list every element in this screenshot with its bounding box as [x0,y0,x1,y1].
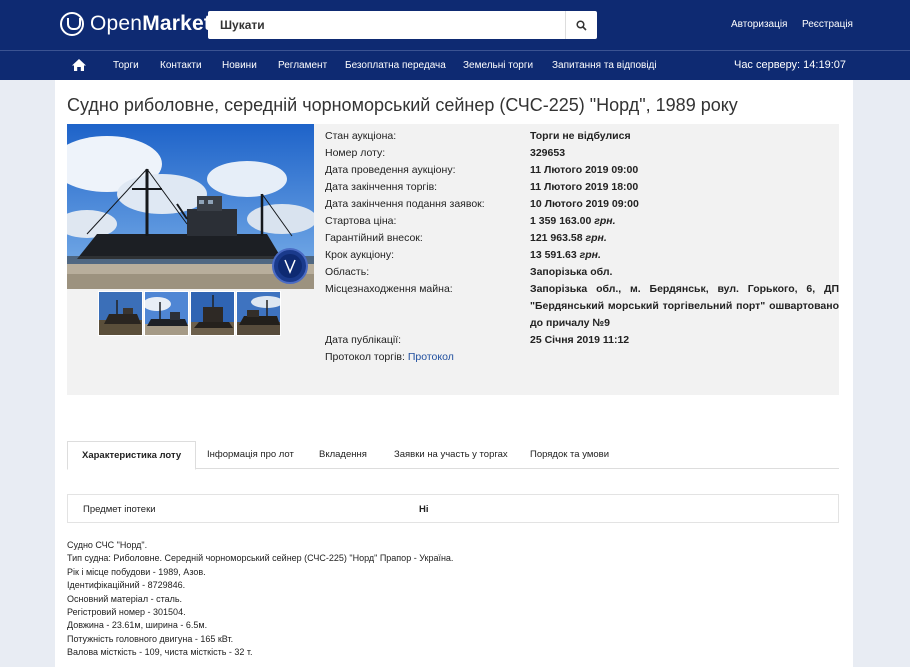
step-label: Крок аукціону: [325,249,395,261]
detail-row-publication-date: Дата публікації: 25 Січня 2019 11:12 [325,332,839,349]
detail-row-trading-end: Дата закінчення торгів: 11 Лютого 2019 18… [325,179,839,196]
region-label: Область: [325,266,370,278]
lot-tabs: Характеристика лоту Інформація про лот В… [67,441,839,470]
thumbnail-1-image [99,292,142,335]
detail-row-lot-number: Номер лоту: 329653 [325,145,839,162]
nav-item-regulations[interactable]: Регламент [278,60,327,71]
protocol-link[interactable]: Протокол [408,351,454,363]
lot-number-label: Номер лоту: [325,147,386,159]
mortgage-label: Предмет іпотеки [83,504,156,515]
register-link[interactable]: Реєстрація [802,19,853,30]
description-line: Ідентифікаційний - 8729846. [67,580,186,591]
mortgage-value: Ні [419,504,429,515]
detail-row-status: Стан аукціона: Торги не відбулися [325,128,839,145]
detail-row-auction-date: Дата проведення аукціону: 11 Лютого 2019 … [325,162,839,179]
logo-text-bold: Market [142,12,212,35]
guarantee: 121 963.58 грн. [530,230,839,247]
detail-row-step: Крок аукціону: 13 591.63 грн. [325,247,839,264]
guarantee-value: 121 963.58 [530,232,583,244]
start-price-label: Стартова ціна: [325,215,397,227]
thumbnail-4[interactable] [236,291,281,336]
application-end-value: 10 Лютого 2019 09:00 [530,198,639,210]
search-bar [208,11,597,39]
main-nav: Торги Контакти Новини Регламент Безоплат… [0,50,910,80]
description-line: Тип судна: Риболовне. Середній чорноморс… [67,553,454,564]
start-price-value: 1 359 163.00 [530,215,592,227]
status-value: Торги не відбулися [530,130,631,142]
auction-date-label: Дата проведення аукціону: [325,164,456,176]
lot-details: Стан аукціона: Торги не відбулися Номер л… [325,128,839,366]
description-line: Рік і місце побудови - 1989, Азов. [67,566,206,577]
tab-bids[interactable]: Заявки на участь у торгах [394,441,508,469]
description-line: Валова місткість - 109, чиста місткість … [67,647,253,658]
description-line: Основний матеріал - сталь. [67,593,183,604]
ship-photo-image [67,124,314,289]
search-input[interactable] [208,11,565,39]
detail-row-location: Місцезнаходження майна: Запорізька обл., … [325,281,839,332]
publication-date-label: Дата публікації: [325,334,402,346]
protocol-row: Протокол торгів: Протокол [325,349,839,366]
auction-date-value: 11 Лютого 2019 09:00 [530,164,639,176]
detail-row-guarantee: Гарантійний внесок: 121 963.58 грн. [325,230,839,247]
openmarket-logo-icon [60,12,84,36]
guarantee-label: Гарантійний внесок: [325,232,423,244]
nav-item-contacts[interactable]: Контакти [160,60,202,71]
description-line: Довжина - 23.61м, ширина - 6.5м. [67,620,208,631]
nav-item-land-auctions[interactable]: Земельні торги [463,60,533,71]
thumbnail-1[interactable] [98,291,143,336]
status-label: Стан аукціона: [325,130,397,142]
nav-item-faq[interactable]: Запитання та відповіді [552,60,657,71]
thumbnail-3-image [191,292,234,335]
tab-terms[interactable]: Порядок та умови [530,441,609,469]
thumbnail-2[interactable] [144,291,189,336]
step-value: 13 591.63 [530,249,577,261]
logo-text-light: Open [90,12,143,35]
main-ship-photo[interactable] [67,124,314,289]
guarantee-currency: грн. [585,232,607,244]
home-icon[interactable] [71,58,87,72]
nav-item-free-transfer[interactable]: Безоплатна передача [345,60,446,71]
nav-item-news[interactable]: Новини [222,60,257,71]
application-end-label: Дата закінчення подання заявок: [325,198,485,210]
protocol-label: Протокол торгів: [325,351,405,363]
page-title: Судно риболовне, середній чорноморський … [67,95,738,115]
mortgage-table: Предмет іпотеки Ні [67,494,839,523]
step-currency: грн. [579,249,601,261]
thumbnail-4-image [237,292,280,335]
description-line: Судно СЧС "Норд". [67,540,148,550]
description-line: Регістровий номер - 301504. [67,607,186,618]
nav-item-auctions[interactable]: Торги [113,60,139,71]
tab-attachments[interactable]: Вкладення [319,441,367,469]
description-line: Потужність головного двигуна - 165 кВт. [67,633,234,644]
lot-description: Судно СЧС "Норд". Тип судна: Риболовне. … [67,539,453,660]
openmarket-logo[interactable]: OpenMarket [60,12,211,36]
location-label: Місцезнаходження майна: [325,283,453,295]
search-button[interactable] [565,11,597,39]
top-header: OpenMarket Авторизація Реєстрація [0,0,910,50]
step: 13 591.63 грн. [530,247,839,264]
start-price: 1 359 163.00 грн. [530,213,839,230]
photo-thumbnails [98,291,282,336]
login-link[interactable]: Авторизація [731,19,787,30]
detail-row-start-price: Стартова ціна: 1 359 163.00 грн. [325,213,839,230]
logo-text: OpenMarket [90,12,211,36]
thumbnail-2-image [145,292,188,335]
tab-lot-info[interactable]: Інформація про лот [207,441,294,469]
publication-date-value: 25 Січня 2019 11:12 [530,334,630,346]
server-time: Час серверу: 14:19:07 [733,59,846,71]
region-value: Запорізька обл. [530,266,613,278]
detail-row-application-end: Дата закінчення подання заявок: 10 Лютого… [325,196,839,213]
location-value: Запорізька обл., м. Бердянськ, вул. Горь… [530,283,839,329]
trading-end-label: Дата закінчення торгів: [325,181,438,193]
thumbnail-3[interactable] [190,291,235,336]
lot-info-box: Стан аукціона: Торги не відбулися Номер л… [67,124,839,395]
trading-end-value: 11 Лютого 2019 18:00 [530,181,639,193]
lot-number-value: 329653 [530,147,566,159]
lot-panel: Судно риболовне, середній чорноморський … [55,80,853,667]
detail-row-region: Область: Запорізька обл. [325,264,839,281]
search-icon [576,19,587,31]
start-price-currency: грн. [594,215,616,227]
tab-lot-characteristics[interactable]: Характеристика лоту [67,441,197,470]
